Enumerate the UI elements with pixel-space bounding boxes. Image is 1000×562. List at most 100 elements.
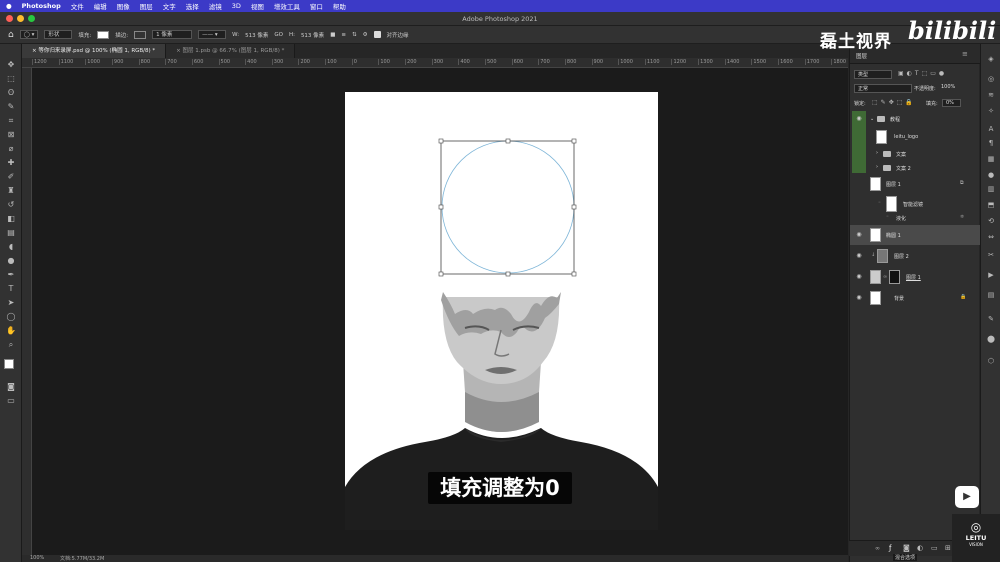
fill-swatch[interactable] xyxy=(97,30,110,39)
dodge-tool-icon[interactable]: ● xyxy=(6,256,16,266)
eye-icon[interactable]: ◉ xyxy=(854,231,864,238)
tab-document-2[interactable]: × 图层 1.psb @ 66.7% (图层 1, RGB/8) * xyxy=(166,44,296,58)
eye-icon[interactable]: ◉ xyxy=(854,115,864,122)
stamp-tool-icon[interactable]: ♜ xyxy=(6,186,16,196)
frame-tool-icon[interactable]: ⊠ xyxy=(6,130,16,140)
apple-icon[interactable]: ● xyxy=(6,2,12,10)
eye-icon[interactable]: ◦ xyxy=(878,200,881,206)
height-field[interactable]: 513 像素 xyxy=(301,31,324,39)
hand-tool-icon[interactable]: ✋ xyxy=(6,326,16,336)
path-arrangement-icon[interactable]: ⇅ xyxy=(352,32,357,38)
layers-panel-icon[interactable]: ◈ xyxy=(986,54,996,64)
path-operations-icon[interactable]: ■ xyxy=(330,32,335,38)
filter-options-icon[interactable]: ≑ xyxy=(960,214,964,220)
menu-plugins[interactable]: 增效工具 xyxy=(274,1,300,11)
chevron-down-icon[interactable]: ⌄ xyxy=(870,116,874,122)
layer-row-logo[interactable]: leitu_logo xyxy=(850,128,980,146)
align-edges-checkbox[interactable] xyxy=(373,31,381,38)
filter-icons[interactable]: ▣◐T⬚▭● xyxy=(898,70,947,77)
layer-row-layer1-smart[interactable]: 图层 1 ⧉ xyxy=(850,175,980,193)
menu-type[interactable]: 文字 xyxy=(163,1,176,11)
stroke-width[interactable]: 1 像素 xyxy=(152,30,193,39)
layer-row-layer2[interactable]: ◉ ↓ 图层 2 xyxy=(850,247,980,265)
character-panel-icon[interactable]: A xyxy=(986,124,996,134)
menu-image[interactable]: 图像 xyxy=(117,1,130,11)
width-field[interactable]: 513 像素 xyxy=(245,31,268,39)
layer-filter-select[interactable]: 类型 xyxy=(854,70,892,79)
new-layer-icon[interactable]: ⊞ xyxy=(945,544,951,552)
foreground-color-swatch[interactable] xyxy=(4,359,14,369)
history-brush-icon[interactable]: ↺ xyxy=(6,200,16,210)
blur-tool-icon[interactable]: ◖ xyxy=(6,242,16,252)
swatches-panel-icon[interactable]: ▦ xyxy=(986,154,996,164)
clone-source-icon[interactable]: ⬤ xyxy=(986,334,996,344)
gear-icon[interactable]: ⚙ xyxy=(363,32,368,38)
adjustment-layer-icon[interactable]: ◐ xyxy=(917,544,923,552)
fill-field[interactable]: 0% xyxy=(942,99,961,107)
adjustments-panel-icon[interactable]: ≋ xyxy=(986,90,996,100)
ellipse-tool-icon[interactable]: ◯ xyxy=(6,312,16,322)
eye-icon[interactable]: ◉ xyxy=(854,273,864,280)
blend-mode-select[interactable]: 正常 xyxy=(854,84,912,93)
document-size[interactable]: 文档:5.77M/33.2M xyxy=(60,555,104,562)
quick-select-tool-icon[interactable]: ✎ xyxy=(6,102,16,112)
path-alignment-icon[interactable]: ≡ xyxy=(341,32,346,38)
layer-row-layer1-masked[interactable]: ◉ ∞ 图层 1 xyxy=(850,268,980,286)
scissors-icon[interactable]: ✂ xyxy=(986,250,996,260)
crop-tool-icon[interactable]: ⌗ xyxy=(6,116,16,126)
menu-window[interactable]: 窗口 xyxy=(310,1,323,11)
tool-preset-picker[interactable]: ◯ ▾ xyxy=(19,30,39,39)
screen-mode-icon[interactable]: ▭ xyxy=(6,396,16,406)
link-label[interactable]: GO xyxy=(274,32,283,38)
new-group-icon[interactable]: ▭ xyxy=(931,544,938,552)
move-tool-icon[interactable]: ✥ xyxy=(6,60,16,70)
menu-file[interactable]: 文件 xyxy=(71,1,84,11)
eye-icon[interactable]: ◦ xyxy=(886,214,889,220)
menu-edit[interactable]: 编辑 xyxy=(94,1,107,11)
zoom-level[interactable]: 100% xyxy=(30,555,44,561)
play-action-icon[interactable]: ▶ xyxy=(986,270,996,280)
brush-panel-icon[interactable]: ✎ xyxy=(986,314,996,324)
channels-panel-icon[interactable]: ◎ xyxy=(986,74,996,84)
type-tool-icon[interactable]: T xyxy=(6,284,16,294)
menu-layer[interactable]: 图层 xyxy=(140,1,153,11)
document-canvas[interactable] xyxy=(345,92,658,530)
path-select-tool-icon[interactable]: ➤ xyxy=(6,298,16,308)
home-icon[interactable]: ⌂ xyxy=(8,30,14,40)
lasso-tool-icon[interactable]: ʘ xyxy=(6,88,16,98)
marquee-tool-icon[interactable]: ⬚ xyxy=(6,74,16,84)
eyedropper-tool-icon[interactable]: ⌀ xyxy=(6,144,16,154)
sliders-panel-icon[interactable]: ⇔ xyxy=(986,232,996,242)
play-icon[interactable]: ▶ xyxy=(955,486,979,508)
color-panel-icon[interactable]: ● xyxy=(986,170,996,180)
menu-help[interactable]: 帮助 xyxy=(333,1,346,11)
eye-icon[interactable]: ◉ xyxy=(854,294,864,301)
eraser-tool-icon[interactable]: ◧ xyxy=(6,214,16,224)
eye-icon[interactable]: ◉ xyxy=(854,252,864,259)
menu-filter[interactable]: 滤镜 xyxy=(209,1,222,11)
layer-row-background[interactable]: ◉ 背景 🔒 xyxy=(850,289,980,307)
zoom-tool-icon[interactable]: ⌕ xyxy=(6,340,16,350)
properties-panel-icon[interactable]: ⬒ xyxy=(986,200,996,210)
actions-panel-icon[interactable]: ▤ xyxy=(986,290,996,300)
opacity-field[interactable]: 100% xyxy=(941,84,955,90)
libraries-panel-icon[interactable]: ▥ xyxy=(986,184,996,194)
link-icon[interactable]: ∞ xyxy=(883,274,887,280)
pen-tool-icon[interactable]: ✒ xyxy=(6,270,16,280)
panel-menu-icon[interactable]: ≡ xyxy=(962,50,968,58)
lock-icons[interactable]: ⬚✎✥⬚🔒 xyxy=(872,99,916,106)
paragraph-panel-icon[interactable]: ¶ xyxy=(986,138,996,148)
brush-tool-icon[interactable]: ✐ xyxy=(6,172,16,182)
history-panel-icon[interactable]: ⟲ xyxy=(986,216,996,226)
quick-mask-icon[interactable]: ◙ xyxy=(6,382,16,392)
gradient-tool-icon[interactable]: ▤ xyxy=(6,228,16,238)
stroke-swatch[interactable] xyxy=(134,30,147,39)
tab-document-1[interactable]: × 等你归来录屏.psd @ 100% (椭圆 1, RGB/8) * xyxy=(22,44,167,58)
chevron-right-icon[interactable]: › xyxy=(876,164,878,170)
menu-view[interactable]: 视图 xyxy=(251,1,264,11)
mode-select[interactable]: 形状 xyxy=(44,30,73,39)
healing-tool-icon[interactable]: ✚ xyxy=(6,158,16,168)
stroke-type-select[interactable]: —— ▾ xyxy=(198,30,227,39)
add-mask-icon[interactable]: ◙ xyxy=(903,544,910,552)
cube-icon[interactable]: ⬡ xyxy=(986,356,996,366)
